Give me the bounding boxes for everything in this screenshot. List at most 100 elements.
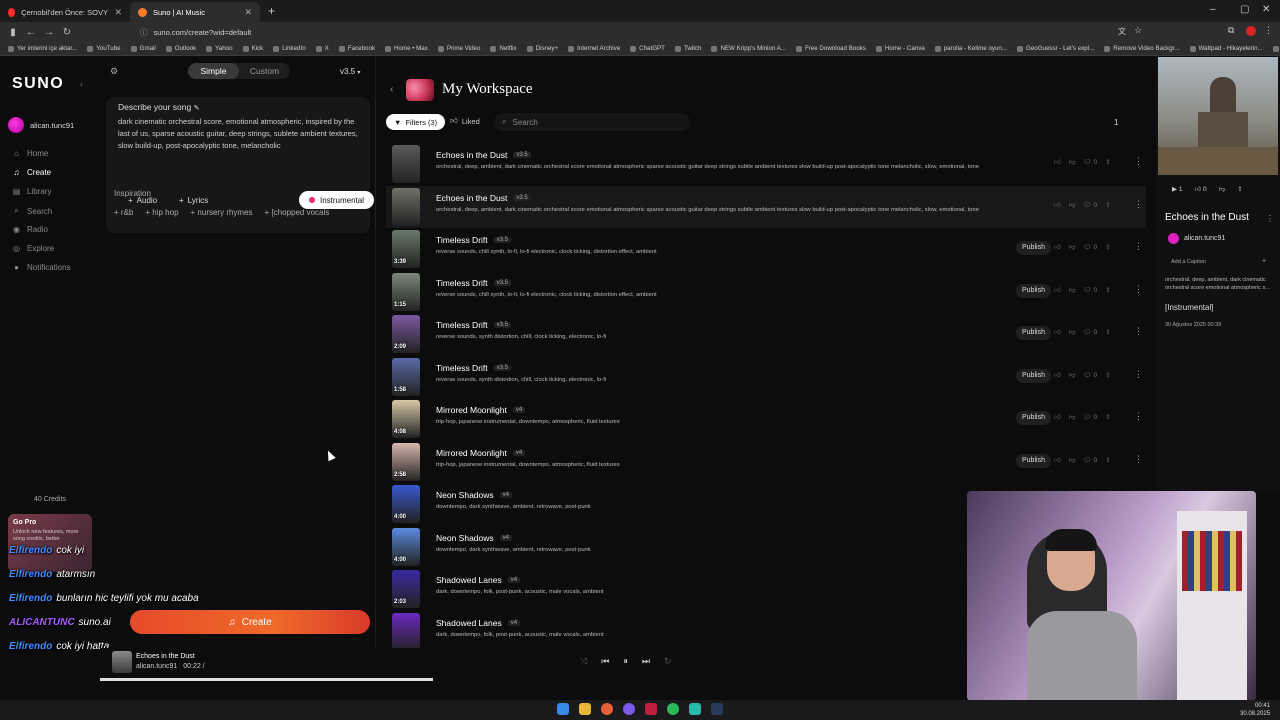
bookmark-star-icon[interactable]: ☆	[1134, 25, 1142, 36]
publish-button[interactable]: Publish	[1016, 453, 1051, 468]
bookmark-item[interactable]: Yer imlerini içe aktar...	[8, 45, 77, 52]
song-title[interactable]: Mirrored Moonlight v4	[436, 448, 526, 458]
bookmark-item[interactable]: Twitch	[674, 45, 701, 52]
url-field[interactable]: ⓘ suno.com/create?wid=default	[140, 25, 1120, 39]
browser-tab[interactable]: Çernobil'den Önce: SOVYETLER ✕	[0, 2, 130, 22]
thumbs-down-icon[interactable]: 👎︎	[1069, 286, 1076, 294]
bookmark-item[interactable]: YouTube	[87, 45, 121, 52]
inspiration-tag[interactable]: + hip hop	[145, 208, 178, 217]
bookmark-item[interactable]: Wattpad - Hikayelerin...	[1189, 45, 1263, 52]
discord-icon[interactable]	[623, 703, 635, 715]
thumbs-down-icon[interactable]: 👎︎	[1069, 201, 1076, 209]
bookmark-item[interactable]: Disney+	[526, 45, 558, 52]
player-title[interactable]: Echoes in the Dust	[136, 653, 195, 660]
share-icon[interactable]: ⇧	[1105, 371, 1110, 379]
thumbs-down-icon[interactable]: 👎︎	[1069, 413, 1076, 421]
thumbs-down-icon[interactable]: 👎︎	[1069, 456, 1076, 464]
back-arrow-icon[interactable]: ‹	[390, 84, 393, 95]
song-title[interactable]: Timeless Drift v3.5	[436, 363, 511, 373]
song-title[interactable]: Timeless Drift v3.5	[436, 320, 511, 330]
steam-icon[interactable]	[711, 703, 723, 715]
app-icon[interactable]	[645, 703, 657, 715]
more-options-icon[interactable]: ⋮	[1134, 241, 1143, 252]
song-title[interactable]: Timeless Drift v3.5	[436, 278, 511, 288]
publish-button[interactable]: Publish	[1016, 368, 1051, 383]
progress-bar[interactable]	[100, 678, 434, 681]
inspiration-tag[interactable]: + [chopped vocals	[265, 208, 330, 217]
browser-tab[interactable]: Suno | AI Music ✕	[130, 2, 260, 22]
song-row[interactable]: 2:58 Mirrored Moonlight v4 trip-hop, japane…	[386, 441, 1146, 483]
more-options-icon[interactable]: ⋮	[1134, 326, 1143, 337]
app-icon[interactable]	[689, 703, 701, 715]
file-explorer-icon[interactable]	[579, 703, 591, 715]
previous-icon[interactable]: ⏮	[601, 656, 609, 667]
collapse-sidebar-icon[interactable]: ‹	[80, 79, 83, 89]
new-tab-button[interactable]: +	[268, 4, 275, 18]
user-profile[interactable]: alican.tunc91	[8, 117, 74, 133]
menu-icon[interactable]: ⋮	[1264, 25, 1273, 36]
system-clock[interactable]: 00:41 30.08.2025	[1240, 702, 1270, 718]
song-title[interactable]: Neon Shadows v4	[436, 490, 512, 500]
song-row[interactable]: Echoes in the Dust v3.5 orchestral, deep, …	[386, 185, 1146, 228]
more-options-icon[interactable]: ⋮	[1134, 199, 1143, 210]
go-pro-card[interactable]: Go Pro Unlock new features, more song cr…	[8, 514, 92, 572]
bookmark-item[interactable]: X	[315, 45, 329, 52]
next-icon[interactable]: ⏭	[642, 656, 650, 667]
nav-item-library[interactable]: ▤ Library	[12, 187, 52, 196]
song-row[interactable]: 4:08 Mirrored Moonlight v4 trip-hop, japane…	[386, 398, 1146, 440]
comment-icon[interactable]: 💬︎ 0	[1083, 456, 1097, 464]
share-icon[interactable]: ⇧	[1237, 185, 1242, 193]
bookmark-item[interactable]: GeoGuessr - Let's expl...	[1017, 45, 1094, 52]
page-number[interactable]: 1	[1114, 118, 1118, 127]
plus-icon[interactable]: +	[1262, 258, 1266, 265]
song-title[interactable]: Echoes in the Dust v3.5	[436, 150, 531, 160]
share-icon[interactable]: ⇧	[1105, 243, 1110, 251]
song-title[interactable]: Echoes in the Dust v3.5	[436, 193, 531, 203]
more-options-icon[interactable]: ⋮	[1134, 411, 1143, 422]
share-icon[interactable]: ⇧	[1105, 328, 1110, 336]
mode-custom[interactable]: Custom	[239, 63, 290, 79]
filters-button[interactable]: ▼ Filters (3)	[386, 114, 446, 130]
bookmark-item[interactable]: Anna's Archive: LibGe...	[1272, 45, 1280, 52]
close-tab-icon[interactable]: ✕	[244, 7, 252, 18]
thumbs-up-icon[interactable]: 👍︎	[1054, 413, 1061, 421]
song-title[interactable]: Timeless Drift v3.5	[436, 235, 511, 245]
song-thumbnail[interactable]	[392, 145, 420, 183]
spotify-icon[interactable]	[667, 703, 679, 715]
maximize-button[interactable]: ▢	[1240, 4, 1249, 15]
minimize-button[interactable]: –	[1210, 4, 1216, 15]
publish-button[interactable]: Publish	[1016, 411, 1051, 425]
reload-button[interactable]: ↻	[58, 27, 76, 38]
thumbs-up-icon[interactable]: 👍︎	[1054, 286, 1061, 294]
nav-item-notifications[interactable]: ● Notifications	[12, 263, 71, 272]
start-icon[interactable]	[557, 703, 569, 715]
thumbs-up-icon[interactable]: 👍︎	[1054, 371, 1061, 379]
more-options-icon[interactable]: ⋮	[1266, 214, 1274, 223]
song-row[interactable]: 1:58 Timeless Drift v3.5 reverse sounds, sy…	[386, 356, 1146, 398]
comment-icon[interactable]: 💬︎ 0	[1083, 413, 1097, 421]
comment-icon[interactable]: 💬︎ 0	[1083, 158, 1097, 166]
thumbs-up-icon[interactable]: 👍︎	[1054, 243, 1061, 251]
song-title[interactable]: Shadowed Lanes v4	[436, 618, 521, 628]
forward-button[interactable]: →	[40, 27, 58, 38]
thumbs-down-icon[interactable]: 👎︎	[1069, 371, 1076, 379]
bookmark-item[interactable]: Home - Canva	[875, 45, 925, 52]
song-title[interactable]: Mirrored Moonlight v4	[436, 405, 526, 415]
nav-item-radio[interactable]: ◉ Radio	[12, 225, 48, 234]
shuffle-icon[interactable]: ⤨	[580, 656, 587, 667]
thumbs-down-icon[interactable]: 👎︎	[1069, 243, 1076, 251]
nav-item-search[interactable]: ⌕ Search	[12, 206, 52, 216]
nav-item-create[interactable]: ♫ Create	[12, 168, 52, 177]
bookmark-item[interactable]: Gmail	[130, 45, 156, 52]
lyrics-button[interactable]: + Lyrics	[179, 196, 208, 205]
like-count[interactable]: 👍︎ 0	[1194, 185, 1206, 193]
sidebar-toggle-icon[interactable]: ▮	[4, 27, 22, 38]
song-title[interactable]: Shadowed Lanes v4	[436, 575, 521, 585]
song-row[interactable]: 1:15 Timeless Drift v3.5 reverse sounds, ch…	[386, 271, 1146, 313]
nav-item-explore[interactable]: ◎ Explore	[12, 244, 54, 253]
song-row[interactable]: 2:09 Timeless Drift v3.5 reverse sounds, sy…	[386, 313, 1146, 355]
version-select[interactable]: v3.5 ▾	[340, 67, 360, 76]
mode-simple[interactable]: Simple	[188, 63, 239, 79]
more-options-icon[interactable]: ⋮	[1134, 369, 1143, 380]
bookmark-item[interactable]: Yahoo	[206, 45, 233, 52]
